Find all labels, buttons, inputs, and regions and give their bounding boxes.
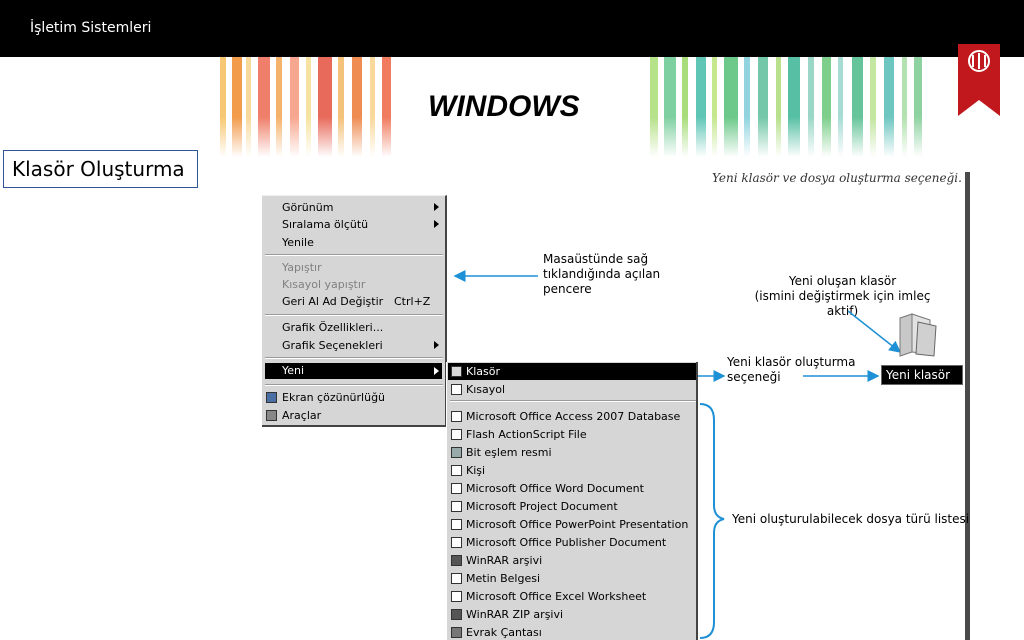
annotation-arrows xyxy=(453,270,902,639)
arrow-to-folder xyxy=(847,310,902,353)
new-folder-name-field[interactable]: Yeni klasör xyxy=(881,365,963,385)
new-folder-name: Yeni klasör xyxy=(886,368,951,382)
folder-icon xyxy=(899,313,937,357)
file-types-brace xyxy=(699,403,725,639)
